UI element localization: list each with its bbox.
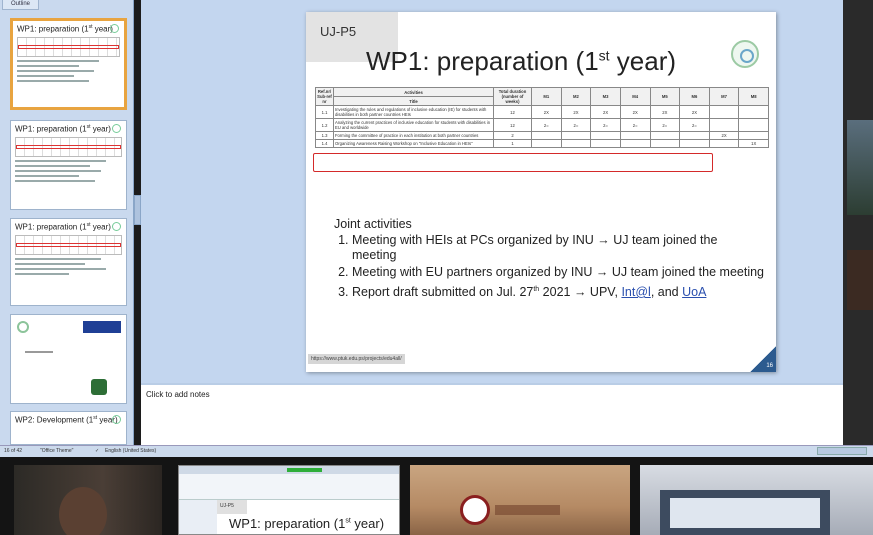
joint-activities-text[interactable]: Joint activities Meeting with HEIs at PC… xyxy=(334,217,764,302)
thumbnail-table xyxy=(15,234,122,255)
slide-number: 16 xyxy=(766,363,773,369)
logo-icon xyxy=(112,415,121,424)
thumbnail-title: WP1: preparation (1st year) xyxy=(15,222,111,232)
participant-video-3[interactable] xyxy=(410,465,630,535)
duration-header: Total duration (number of weeks) xyxy=(493,87,532,106)
slide-thumbnail-17[interactable]: WP1: preparation (1st year) xyxy=(10,120,127,210)
shared-slide-code: UJ-P5 xyxy=(217,500,247,514)
shared-slide-title: WP1: preparation (1st year) xyxy=(229,516,385,531)
arabic-sign xyxy=(495,505,560,515)
tab-outline[interactable]: Outline xyxy=(2,0,40,10)
slide-editing-area: UJ-P5 WP1: preparation (1st year) Ref.nr… xyxy=(141,0,843,383)
logo-icon xyxy=(17,321,29,333)
logo-icon xyxy=(731,40,759,68)
slide-thumbnail-18[interactable]: WP1: preparation (1st year) xyxy=(10,218,127,306)
logo-icon xyxy=(110,24,119,33)
int-al-link[interactable]: Int@l xyxy=(621,285,650,299)
spellcheck-icon[interactable]: ✓ xyxy=(95,448,99,454)
participant-video-right xyxy=(843,0,873,445)
participant-strip: UJ-P5 WP1: preparation (1st year) xyxy=(0,457,873,535)
thumbnail-text xyxy=(17,59,120,82)
university-emblem-icon xyxy=(460,495,490,525)
notes-placeholder: Click to add notes xyxy=(146,390,210,399)
month-header: M6 xyxy=(679,87,710,106)
slide-code: UJ-P5 xyxy=(320,24,357,39)
title-bar xyxy=(179,466,399,474)
slide-thumbnail-19[interactable] xyxy=(10,314,127,404)
uoa-link[interactable]: UoA xyxy=(682,285,706,299)
table-row: 1.1 Investigating the rules and regulati… xyxy=(315,105,769,119)
current-slide[interactable]: UJ-P5 WP1: preparation (1st year) Ref.nr… xyxy=(306,12,776,372)
month-header: M7 xyxy=(708,87,740,106)
table-row: 1.3 Forming the committee of practice in… xyxy=(315,131,769,140)
thumbnail-text xyxy=(15,257,122,275)
logo-icon xyxy=(112,222,121,231)
pane-splitter[interactable] xyxy=(134,195,141,225)
bullet-item: Meeting with EU partners organized by IN… xyxy=(352,265,764,280)
slide-url[interactable]: https://www.ptuk.edu.ps/projects/edu4all… xyxy=(308,354,405,364)
language-label[interactable]: English (United States) xyxy=(105,448,156,454)
thumbnail-table xyxy=(17,36,120,57)
thumbnail-title: WP2: Development (1st year) xyxy=(15,415,118,425)
month-header: M5 xyxy=(649,87,681,106)
highlight-box xyxy=(313,153,713,172)
app-window: Outline WP1: preparation (1st year) WP1:… xyxy=(0,0,873,535)
slide-counter: 16 of 42 xyxy=(4,448,23,454)
title-header: Title xyxy=(333,96,494,106)
status-bar: 16 of 42 "Office Theme" ✓ English (Unite… xyxy=(0,445,873,457)
participant-image xyxy=(847,120,873,215)
emblem-icon xyxy=(91,379,107,395)
ribbon xyxy=(179,474,399,500)
month-header: M1 xyxy=(531,87,562,106)
month-header: M2 xyxy=(560,87,592,106)
logo-icon xyxy=(112,124,121,133)
notes-pane[interactable]: Click to add notes xyxy=(141,383,843,445)
thumbnail-text xyxy=(15,159,122,182)
table-row: 1.4 Organizing Awareness Raising Worksho… xyxy=(315,139,769,148)
thumbnail-table xyxy=(15,136,122,157)
shared-slide: UJ-P5 WP1: preparation (1st year) xyxy=(217,500,399,534)
table-row-highlighted: 1.2 Analyzing the current practices of i… xyxy=(315,118,769,132)
joint-activities-heading: Joint activities xyxy=(334,217,412,231)
view-controls[interactable] xyxy=(817,447,867,455)
projector-screen xyxy=(660,490,830,535)
slide-number-corner: 16 xyxy=(750,346,776,372)
slide-thumbnail-pane: Outline WP1: preparation (1st year) WP1:… xyxy=(0,0,134,445)
month-header: M3 xyxy=(590,87,621,106)
participant-video-1[interactable] xyxy=(14,465,162,535)
shared-screen-video[interactable]: UJ-P5 WP1: preparation (1st year) xyxy=(178,465,400,535)
participant-image xyxy=(59,487,107,535)
thumbnail-title: WP1: preparation (1st year) xyxy=(15,124,111,134)
bullet-item: Report draft submitted on Jul. 27th 2021… xyxy=(352,282,764,300)
slide-thumbnail-20[interactable]: WP2: Development (1st year) xyxy=(10,411,127,445)
bullet-item: Meeting with HEIs at PCs organized by IN… xyxy=(352,233,764,263)
slide-thumbnail-16[interactable]: WP1: preparation (1st year) xyxy=(10,18,127,110)
thumbnail-title: WP1: preparation (1st year) xyxy=(17,24,113,34)
month-header: M4 xyxy=(619,87,651,106)
activities-table[interactable]: Ref.nr/ Sub-ref nr Activities Total dura… xyxy=(315,87,769,148)
theme-name: "Office Theme" xyxy=(40,448,74,454)
slide-title[interactable]: WP1: preparation (1st year) xyxy=(366,46,766,77)
month-header: M8 xyxy=(738,87,769,106)
ref-header: Ref.nr/ Sub-ref nr xyxy=(315,87,334,106)
participant-image xyxy=(847,250,873,310)
eu-flag-icon xyxy=(83,321,121,333)
participant-video-4[interactable] xyxy=(640,465,873,535)
activities-header: Activities xyxy=(333,87,494,97)
